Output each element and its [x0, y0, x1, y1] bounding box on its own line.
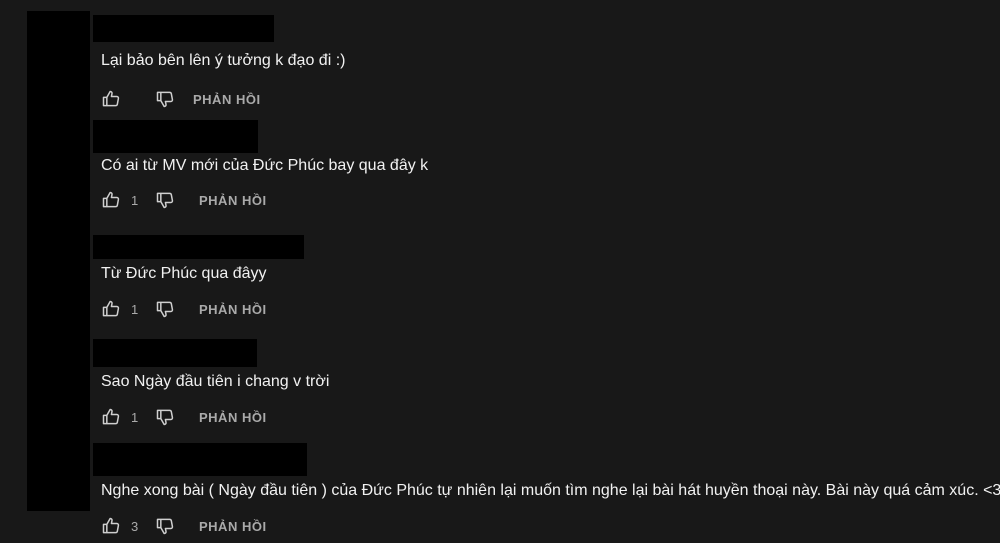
author-name-redaction	[93, 235, 304, 259]
reply-button[interactable]: PHẢN HỒI	[199, 302, 267, 317]
reply-button[interactable]: PHẢN HỒI	[199, 519, 267, 534]
comment-actions: 1 PHẢN HỒI	[101, 297, 267, 321]
thumbs-down-icon[interactable]	[155, 516, 175, 536]
comment-actions: 1 PHẢN HỒI	[101, 405, 267, 429]
thumbs-up-icon[interactable]	[101, 89, 121, 109]
comment-item: Nghe xong bài ( Ngày đầu tiên ) của Đức …	[93, 443, 1000, 543]
reply-button[interactable]: PHẢN HỒI	[199, 410, 267, 425]
reply-button[interactable]: PHẢN HỒI	[193, 92, 261, 107]
comment-text: Nghe xong bài ( Ngày đầu tiên ) của Đức …	[101, 482, 1000, 499]
thumbs-down-icon[interactable]	[155, 190, 175, 210]
comment-text: Từ Đức Phúc qua đâyy	[101, 265, 267, 282]
comment-text: Lại bảo bên lên ý tưởng k đạo đi :)	[101, 52, 346, 69]
author-name-redaction	[93, 15, 274, 42]
thumbs-up-icon[interactable]	[101, 190, 121, 210]
comment-actions: PHẢN HỒI	[101, 87, 261, 111]
comment-item: Lại bảo bên lên ý tưởng k đạo đi :) PHẢN…	[93, 15, 993, 115]
author-name-redaction	[93, 339, 257, 367]
thumbs-down-icon[interactable]	[155, 299, 175, 319]
reply-button[interactable]: PHẢN HỒI	[199, 193, 267, 208]
comment-text: Sao Ngày đầu tiên i chang v trời	[101, 373, 330, 390]
thumbs-down-icon[interactable]	[155, 89, 175, 109]
thumbs-up-icon[interactable]	[101, 299, 121, 319]
like-count: 3	[131, 518, 139, 534]
avatar-redaction	[27, 11, 90, 511]
comment-actions: 1 PHẢN HỒI	[101, 188, 267, 212]
author-name-redaction	[93, 120, 258, 153]
thumbs-up-icon[interactable]	[101, 516, 121, 536]
comment-text: Có ai từ MV mới của Đức Phúc bay qua đây…	[101, 157, 429, 174]
like-count: 1	[131, 409, 139, 425]
comment-item: Sao Ngày đầu tiên i chang v trời 1 PHẢN …	[93, 339, 993, 439]
comment-actions: 3 PHẢN HỒI	[101, 514, 267, 538]
thumbs-down-icon[interactable]	[155, 407, 175, 427]
comment-item: Có ai từ MV mới của Đức Phúc bay qua đây…	[93, 120, 993, 220]
like-count: 1	[131, 192, 139, 208]
thumbs-up-icon[interactable]	[101, 407, 121, 427]
like-count: 1	[131, 301, 139, 317]
author-name-redaction	[93, 443, 307, 476]
comment-item: Từ Đức Phúc qua đâyy 1 PHẢN HỒI	[93, 235, 993, 335]
